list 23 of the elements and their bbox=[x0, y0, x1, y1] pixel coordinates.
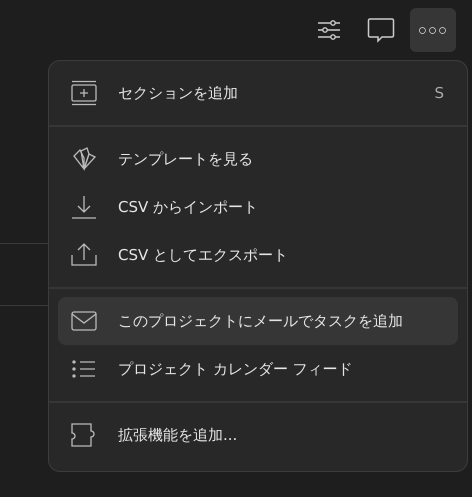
add-section-icon bbox=[71, 80, 97, 106]
sliders-icon bbox=[317, 18, 341, 42]
menu-item-label: CSV としてエクスポート bbox=[118, 246, 290, 264]
download-icon bbox=[71, 194, 97, 220]
menu-item-label: このプロジェクトにメールでタスクを追加 bbox=[118, 312, 404, 330]
upload-icon bbox=[71, 242, 97, 268]
menu-item[interactable]: 拡張機能を追加... bbox=[58, 411, 458, 459]
menu-item[interactable]: CSV としてエクスポート bbox=[58, 231, 458, 279]
swatches-icon bbox=[71, 146, 97, 172]
menu-item-label: CSV からインポート bbox=[118, 198, 260, 216]
menu-item-label: プロジェクト カレンダー フィード bbox=[118, 360, 354, 378]
menu-item-label: 拡張機能を追加... bbox=[118, 426, 238, 444]
menu-item-label: セクションを追加 bbox=[118, 84, 239, 102]
comment-icon bbox=[367, 17, 395, 43]
menu-item[interactable]: CSV からインポート bbox=[58, 183, 458, 231]
menu-item[interactable]: テンプレートを見る bbox=[58, 135, 458, 183]
menu-item-label: テンプレートを見る bbox=[118, 150, 254, 168]
menu-item[interactable]: プロジェクト カレンダー フィード bbox=[58, 345, 458, 393]
more-button[interactable]: ○○○ bbox=[410, 8, 456, 52]
shortcut-key: S bbox=[434, 84, 444, 102]
puzzle-icon bbox=[71, 422, 97, 448]
menu-item[interactable]: セクションを追加 S bbox=[58, 69, 458, 117]
menu-item[interactable]: このプロジェクトにメールでタスクを追加 bbox=[58, 297, 458, 345]
